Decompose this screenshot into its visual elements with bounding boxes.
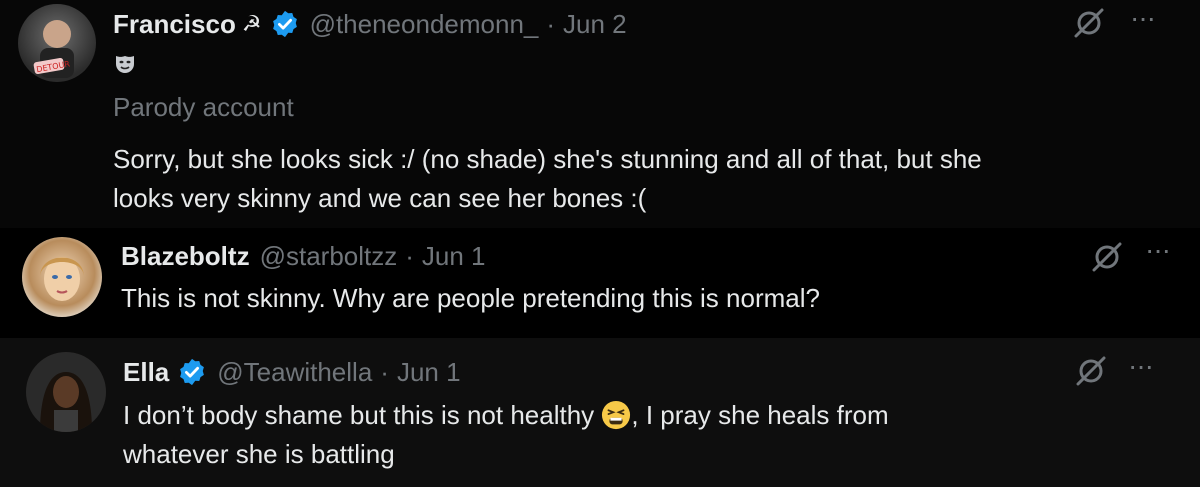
- tweet-header: Blazeboltz @starboltzz · Jun 1: [121, 238, 486, 274]
- avatar[interactable]: [22, 237, 102, 317]
- verified-badge-icon: [272, 10, 297, 38]
- performing-arts-mask-icon: [116, 56, 134, 73]
- timestamp[interactable]: Jun 1: [422, 241, 486, 272]
- grok-icon[interactable]: [1090, 240, 1124, 274]
- tweet-francisco[interactable]: DETOUR Francisco ☭ @theneondemonn_ · Jun…: [0, 0, 1200, 228]
- grok-icon[interactable]: [1074, 354, 1108, 388]
- display-name[interactable]: Ella: [123, 357, 169, 388]
- tweet-ella[interactable]: Ella @Teawithella · Jun 1 I don’t body s…: [0, 338, 1200, 487]
- timestamp[interactable]: Jun 1: [397, 357, 461, 388]
- user-handle[interactable]: @starboltzz: [260, 241, 398, 272]
- timestamp[interactable]: Jun 2: [563, 9, 627, 40]
- separator-dot: ·: [405, 240, 414, 271]
- more-options-button[interactable]: ···: [1130, 2, 1156, 34]
- grok-icon[interactable]: [1072, 6, 1106, 40]
- more-options-button[interactable]: ···: [1128, 350, 1154, 382]
- tweet-text: I don’t body shame but this is not healt…: [123, 396, 1123, 474]
- tired-face-emoji-icon: [602, 400, 631, 430]
- parody-account-label: Parody account: [113, 92, 294, 122]
- avatar[interactable]: [26, 352, 106, 432]
- tweet-text-part-1: I don’t body shame but this is not healt…: [123, 400, 602, 430]
- more-options-button[interactable]: ···: [1145, 234, 1171, 266]
- user-handle[interactable]: @Teawithella: [217, 357, 372, 388]
- tweet-text: This is not skinny. Why are people prete…: [121, 283, 820, 313]
- tweet-blazeboltz[interactable]: Blazeboltz @starboltzz · Jun 1 This is n…: [0, 228, 1200, 338]
- separator-dot: ·: [380, 356, 389, 387]
- display-name[interactable]: Blazeboltz: [121, 241, 250, 272]
- avatar[interactable]: DETOUR: [18, 4, 96, 82]
- user-handle[interactable]: @theneondemonn_: [310, 9, 539, 40]
- hammer-sickle-emoji: ☭: [241, 11, 262, 36]
- display-name[interactable]: Francisco: [113, 9, 236, 40]
- tweet-text: Sorry, but she looks sick :/ (no shade) …: [113, 144, 982, 213]
- tweet-header: Francisco ☭ @theneondemonn_ · Jun 2: [113, 6, 627, 42]
- separator-dot: ·: [546, 8, 556, 39]
- verified-badge-icon: [180, 358, 205, 386]
- tweet-header: Ella @Teawithella · Jun 1: [123, 354, 461, 390]
